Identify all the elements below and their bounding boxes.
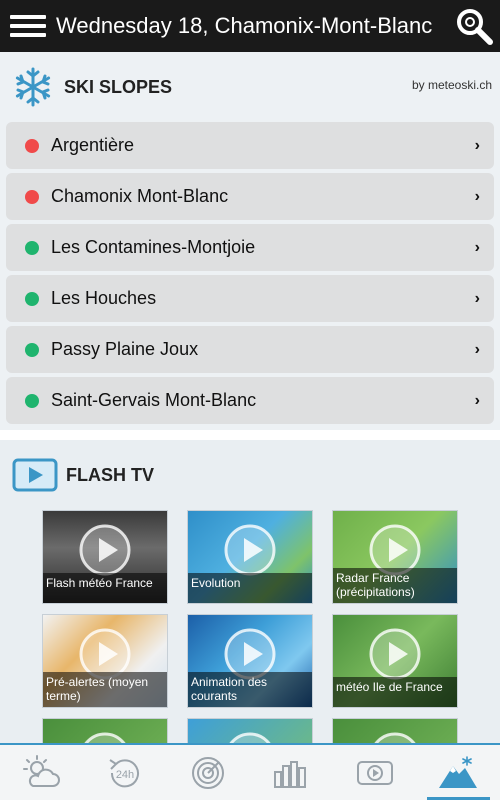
ski-slopes-section: SKI SLOPES by meteoski.ch Argentière › C…	[0, 52, 500, 430]
slope-item[interactable]: Chamonix Mont-Blanc ›	[6, 173, 494, 220]
slope-item[interactable]: Argentière ›	[6, 122, 494, 169]
video-thumbnail[interactable]	[187, 718, 313, 743]
slope-name: Passy Plaine Joux	[51, 339, 199, 359]
bar-chart-icon	[273, 760, 306, 788]
ski-slopes-title: SKI SLOPES	[64, 76, 173, 97]
status-dot	[25, 240, 39, 255]
video-thumbnail[interactable]: Radar France (précipitations)	[332, 510, 458, 604]
video-play-icon	[12, 458, 58, 492]
slope-item[interactable]: Saint-Gervais Mont-Blanc ›	[6, 377, 494, 424]
hamburger-menu-icon[interactable]	[10, 12, 46, 40]
bottom-navigation: 24h	[0, 743, 500, 800]
play-overlay-icon	[369, 628, 421, 680]
video-caption: Evolution	[188, 573, 312, 603]
slope-name: Les Contamines-Montjoie	[51, 237, 256, 257]
tab-charts[interactable]	[250, 745, 333, 800]
chevron-right-icon: ›	[474, 289, 480, 307]
mountain-ski-icon	[439, 755, 478, 788]
chevron-right-icon: ›	[474, 136, 480, 154]
slope-item[interactable]: Passy Plaine Joux ›	[6, 326, 494, 373]
video-thumbnail[interactable]: météo Ile de France	[332, 614, 458, 708]
provider-credit[interactable]: by meteoski.ch	[412, 78, 492, 92]
video-caption: météo Ile de France	[333, 677, 457, 707]
video-thumbnail[interactable]: Pré-alertes (moyen terme)	[42, 614, 168, 708]
weather-cloud-sun-icon	[22, 754, 60, 787]
slope-item[interactable]: Les Contamines-Montjoie ›	[6, 224, 494, 271]
video-caption: Radar France (précipitations)	[333, 568, 457, 603]
slope-list: Argentière › Chamonix Mont-Blanc › Les C…	[0, 122, 500, 424]
video-thumbnail[interactable]	[332, 718, 458, 743]
video-thumbnail[interactable]: Evolution	[187, 510, 313, 604]
tab-video[interactable]	[333, 745, 416, 800]
play-overlay-icon	[374, 732, 416, 743]
play-overlay-icon	[224, 524, 276, 576]
slope-name: Les Houches	[51, 288, 157, 308]
radar-icon	[192, 756, 225, 789]
status-dot	[25, 393, 39, 408]
snowflake-icon	[15, 67, 51, 107]
svg-text:24h: 24h	[116, 769, 134, 781]
video-thumbnail[interactable]	[42, 718, 168, 743]
chevron-right-icon: ›	[474, 391, 480, 409]
tab-ski[interactable]	[417, 745, 500, 800]
video-caption: Flash météo France	[43, 573, 167, 603]
play-overlay-icon	[84, 732, 126, 743]
flash-tv-section: FLASH TV Flash météo France Evolution Rada…	[0, 440, 500, 743]
chevron-right-icon: ›	[474, 187, 480, 205]
flash-tv-header: FLASH TV	[0, 440, 500, 510]
chevron-right-icon: ›	[474, 340, 480, 358]
slope-item[interactable]: Les Houches ›	[6, 275, 494, 322]
video-tv-icon	[356, 760, 393, 785]
play-overlay-icon	[79, 524, 131, 576]
slope-name: Argentière	[51, 135, 135, 155]
search-icon[interactable]	[454, 6, 494, 46]
slope-name: Chamonix Mont-Blanc	[51, 186, 229, 206]
section-divider	[0, 430, 500, 440]
chevron-right-icon: ›	[474, 238, 480, 256]
flash-tv-title: FLASH TV	[66, 464, 154, 485]
video-thumbnail[interactable]: Animation des courants	[187, 614, 313, 708]
status-dot	[25, 291, 39, 306]
tab-weather[interactable]	[0, 745, 83, 800]
top-bar: Wednesday 18, Chamonix-Mont-Blanc	[0, 0, 500, 52]
status-dot	[25, 138, 39, 153]
play-overlay-icon	[229, 732, 271, 743]
status-dot	[25, 189, 39, 204]
forecast-24h-icon: 24h	[109, 758, 139, 787]
video-thumbnail[interactable]: Flash météo France	[42, 510, 168, 604]
status-dot	[25, 342, 39, 357]
ski-slopes-header: SKI SLOPES by meteoski.ch	[0, 52, 500, 122]
video-caption: Pré-alertes (moyen terme)	[43, 672, 167, 707]
slope-name: Saint-Gervais Mont-Blanc	[51, 390, 257, 410]
video-caption: Animation des courants	[188, 672, 312, 707]
tab-radar[interactable]	[167, 745, 250, 800]
page-title: Wednesday 18, Chamonix-Mont-Blanc	[56, 13, 433, 38]
tab-forecast-24h[interactable]: 24h	[83, 745, 166, 800]
